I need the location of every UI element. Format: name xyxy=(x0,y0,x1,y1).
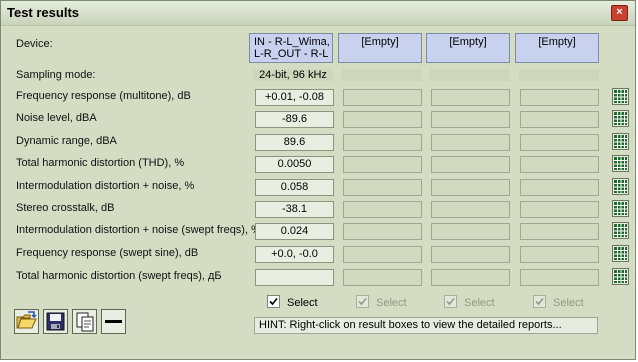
result-box[interactable] xyxy=(520,246,599,263)
grid-report-icon xyxy=(614,135,627,148)
grid-report-icon xyxy=(614,90,627,103)
open-button[interactable] xyxy=(14,309,39,334)
checkbox-checked-icon[interactable] xyxy=(356,295,369,308)
result-box[interactable] xyxy=(431,156,510,173)
select-checkbox-1[interactable]: Select xyxy=(267,295,318,309)
result-box[interactable] xyxy=(520,111,599,128)
select-checkbox-2[interactable]: Select xyxy=(356,295,407,309)
result-box[interactable] xyxy=(431,246,510,263)
row-label: Total harmonic distortion (swept freqs),… xyxy=(16,270,222,282)
row-label: Stereo crosstalk, dB xyxy=(16,202,115,214)
result-box[interactable]: 0.058 xyxy=(255,179,334,196)
close-button[interactable]: × xyxy=(611,5,628,21)
grid-report-icon xyxy=(614,247,627,260)
report-button[interactable] xyxy=(612,200,629,217)
result-box[interactable]: +0.0, -0.0 xyxy=(255,246,334,263)
grid-report-icon xyxy=(614,180,627,193)
report-button[interactable] xyxy=(612,222,629,239)
select-label: Select xyxy=(287,297,318,309)
result-box[interactable]: 0.024 xyxy=(255,223,334,240)
grid-report-icon xyxy=(614,270,627,283)
window-title: Test results xyxy=(7,5,80,20)
result-box[interactable] xyxy=(431,269,510,286)
floppy-disk-icon xyxy=(46,312,65,331)
sampling-mode-value: 24-bit, 96 kHz xyxy=(253,69,333,81)
title-bar: Test results × xyxy=(1,1,635,26)
result-box[interactable] xyxy=(343,89,422,106)
device-slot-4[interactable]: [Empty] xyxy=(515,33,599,63)
result-box[interactable] xyxy=(520,179,599,196)
result-box[interactable] xyxy=(343,134,422,151)
grid-report-icon xyxy=(614,202,627,215)
select-label: Select xyxy=(464,297,495,309)
test-results-window: Test results × Device: IN - R-L_Wima, L-… xyxy=(0,0,636,360)
grid-report-icon xyxy=(614,157,627,170)
grid-report-icon xyxy=(614,112,627,125)
result-box[interactable] xyxy=(431,201,510,218)
result-box[interactable] xyxy=(431,134,510,151)
result-box[interactable] xyxy=(343,269,422,286)
remove-button[interactable] xyxy=(101,309,126,334)
result-box[interactable]: -38.1 xyxy=(255,201,334,218)
row-label: Intermodulation distortion + noise (swep… xyxy=(16,224,261,236)
select-label: Select xyxy=(376,297,407,309)
sampling-mode-empty xyxy=(519,69,599,81)
result-box[interactable] xyxy=(343,156,422,173)
row-label: Frequency response (multitone), dB xyxy=(16,90,191,102)
report-button[interactable] xyxy=(612,155,629,172)
result-box[interactable] xyxy=(520,201,599,218)
row-label: Intermodulation distortion + noise, % xyxy=(16,180,195,192)
checkbox-checked-icon[interactable] xyxy=(444,295,457,308)
device-label: Device: xyxy=(16,38,53,50)
result-box[interactable] xyxy=(431,223,510,240)
row-label: Noise level, dBA xyxy=(16,112,97,124)
folder-open-icon xyxy=(16,311,37,329)
checkbox-checked-icon[interactable] xyxy=(267,295,280,308)
row-label: Dynamic range, dBA xyxy=(16,135,117,147)
results-panel: Device: IN - R-L_Wima, L-R_OUT - R-L [Em… xyxy=(3,27,633,357)
result-box[interactable] xyxy=(520,156,599,173)
select-checkbox-4[interactable]: Select xyxy=(533,295,584,309)
result-box[interactable] xyxy=(520,89,599,106)
report-button[interactable] xyxy=(612,110,629,127)
device-slot-2[interactable]: [Empty] xyxy=(338,33,422,63)
save-button[interactable] xyxy=(43,309,68,334)
report-button[interactable] xyxy=(612,245,629,262)
result-box[interactable] xyxy=(520,223,599,240)
result-box[interactable] xyxy=(343,179,422,196)
report-button[interactable] xyxy=(612,178,629,195)
result-box[interactable] xyxy=(431,111,510,128)
sampling-mode-empty xyxy=(430,69,510,81)
result-box[interactable] xyxy=(431,179,510,196)
result-box[interactable] xyxy=(343,223,422,240)
row-label: Total harmonic distortion (THD), % xyxy=(16,157,185,169)
sampling-mode-empty xyxy=(342,69,422,81)
copy-icon xyxy=(76,312,94,332)
device-slot-1[interactable]: IN - R-L_Wima, L-R_OUT - R-L xyxy=(249,33,333,63)
report-button[interactable] xyxy=(612,88,629,105)
select-label: Select xyxy=(553,297,584,309)
result-box[interactable] xyxy=(255,269,334,286)
select-checkbox-3[interactable]: Select xyxy=(444,295,495,309)
result-box[interactable]: -89.6 xyxy=(255,111,334,128)
minus-icon xyxy=(105,320,122,323)
result-box[interactable] xyxy=(343,201,422,218)
result-box[interactable] xyxy=(343,246,422,263)
report-button[interactable] xyxy=(612,133,629,150)
grid-report-icon xyxy=(614,224,627,237)
report-button[interactable] xyxy=(612,268,629,285)
sampling-mode-label: Sampling mode: xyxy=(16,69,96,81)
result-box[interactable] xyxy=(520,134,599,151)
checkbox-checked-icon[interactable] xyxy=(533,295,546,308)
copy-button[interactable] xyxy=(72,309,97,334)
result-box[interactable] xyxy=(520,269,599,286)
result-box[interactable]: 0.0050 xyxy=(255,156,334,173)
device-slot-3[interactable]: [Empty] xyxy=(426,33,510,63)
result-box[interactable]: +0.01, -0.08 xyxy=(255,89,334,106)
hint-text: HINT: Right-click on result boxes to vie… xyxy=(254,317,598,334)
result-box[interactable] xyxy=(431,89,510,106)
result-box[interactable]: 89.6 xyxy=(255,134,334,151)
result-box[interactable] xyxy=(343,111,422,128)
row-label: Frequency response (swept sine), dB xyxy=(16,247,199,259)
